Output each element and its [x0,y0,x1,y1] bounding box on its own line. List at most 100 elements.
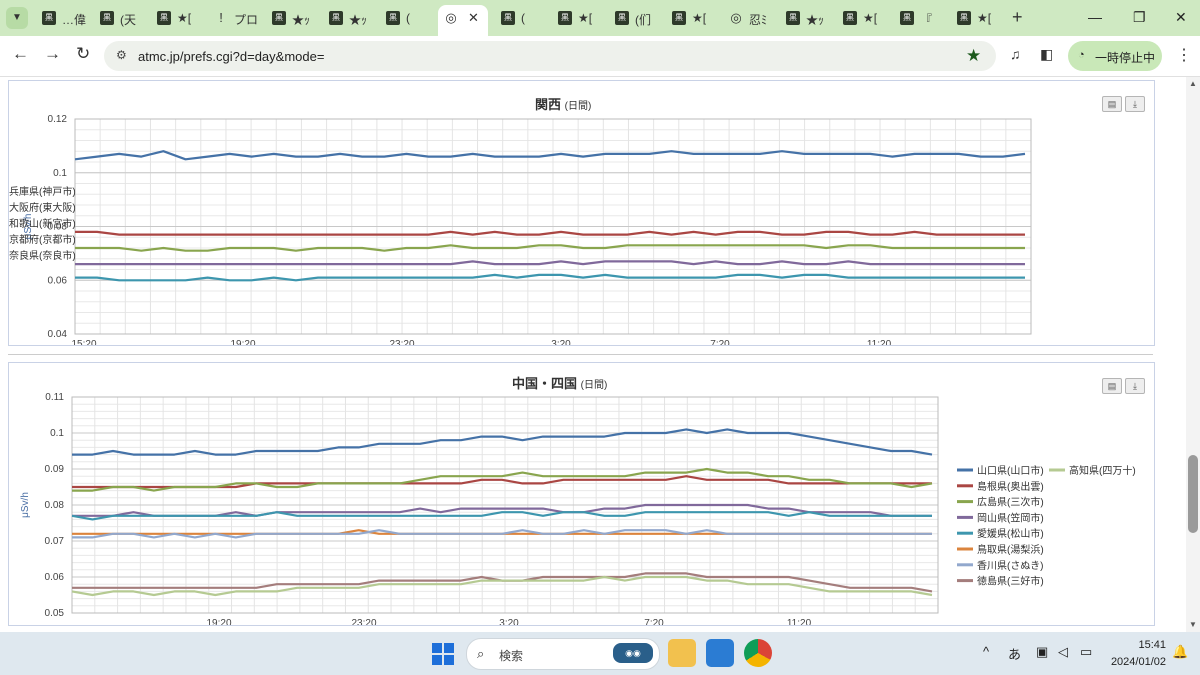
x-tick-label: 7:20 [710,339,730,345]
series-line [75,260,1025,266]
y-tick-label: 0.1 [53,168,67,179]
tab-5[interactable]: 黒 ★ｯ [323,5,373,31]
media-icon[interactable]: ♫ [1010,46,1021,62]
tab-title: 『 [920,13,933,27]
legend-label: 島根県(奥出雲) [977,480,1044,493]
site-info-icon[interactable]: ⚙ [116,48,127,62]
paused-sync-button[interactable]: ◔ 一時停止中 [1068,41,1162,71]
legend-label: 奈良県(奈良市) [9,249,76,262]
maximize-icon[interactable]: ❐ [1133,9,1146,26]
favicon-icon: 黒 [957,11,971,25]
tab-13[interactable]: 黒 ★ｯ [780,5,830,31]
new-tab-button[interactable]: + [1012,7,1023,28]
series-line [72,572,933,593]
tab-strip: ▼ 黒 …偉黒 (天黒 ★[! プロ黒 ★ｯ黒 ★ｯ黒(◎ ✕ 黒(黒 ★[黒 (们黒 ★[◎ 忍ﾐ黒 ★… [0,0,1200,36]
bookmark-star-icon[interactable]: ★ [966,46,981,66]
chrome-icon[interactable] [744,639,772,667]
legend-label: 兵庫県(神戸市) [9,185,76,198]
tab-14[interactable]: 黒 ★[ [837,5,887,31]
reload-icon[interactable]: ↻ [76,44,90,64]
x-tick-label: 15:20 [71,339,96,345]
tab-6[interactable]: 黒( [380,5,430,31]
x-tick-label: 11:20 [867,339,892,345]
y-tick-label: 0.11 [45,392,64,403]
page-content: 関西 (日間) ▤ ⤓ 0.04 0.06 0.08 0.1 0.12 15:20 19:2… [0,77,1186,632]
network-icon[interactable]: ▣ [1036,644,1048,660]
tab-title: …偉 [62,13,87,27]
favicon-icon: 黒 [386,11,400,25]
y-tick-label: 0.12 [48,114,68,125]
taskbar-search[interactable]: ⌕ 検索 ◉◉ [466,638,660,670]
legend-label: 香川県(さぬき) [977,560,1043,572]
tab-search-button[interactable]: ▼ [6,7,28,29]
tab-10[interactable]: 黒 (们 [609,5,659,31]
legend-label: 大阪府(東大阪) [9,201,76,214]
menu-icon[interactable]: ⋮ [1176,45,1192,65]
legend-label: 高知県(四万十) [1069,464,1136,477]
side-panel-icon[interactable]: ◧ [1040,46,1053,63]
x-tick-label: 23:20 [351,618,376,625]
tab-12[interactable]: ◎ 忍ﾐ [723,5,773,31]
kansai-chart: 0.040.060.080.10.1215:20 19:20 23:20 3:20 7:… [9,114,1032,345]
y-tick-label: 0.08 [45,500,65,511]
favicon-icon: 黒 [558,11,572,25]
forward-icon[interactable]: → [44,44,61,64]
minimize-icon[interactable]: — [1088,9,1102,25]
tab-title: ( [521,11,525,25]
favicon-icon: 黒 [672,11,686,25]
plot-area: 0.05 0.06 0.07 0.08 0.09 0.1 0.11 19:20 23:20 3:2… [20,392,1136,625]
volume-icon[interactable]: ◁ [1058,644,1068,660]
tab-4[interactable]: 黒 ★ｯ [266,5,316,31]
tab-0[interactable]: 黒 …偉 [36,5,86,31]
snail-icon: ◔ [1078,49,1085,61]
tab-16[interactable]: 黒 ★[ [951,5,1001,31]
favicon-icon: ◎ [730,10,742,25]
legend-label: 岡山県(笠岡市) [977,511,1044,524]
url-text[interactable]: atmc.jp/prefs.cgi?d=day&mode= [138,49,324,64]
tab-11[interactable]: 黒 ★[ [666,5,716,31]
notepad-icon[interactable] [706,639,734,667]
tab-7[interactable]: ◎ ✕ [438,5,488,36]
tab-3[interactable]: ! プロ [208,5,258,31]
battery-icon[interactable]: ▭ [1080,644,1092,660]
tab-8[interactable]: 黒( [495,5,545,31]
tab-title: 忍ﾐ [749,13,768,27]
scroll-down-icon[interactable]: ▼ [1189,620,1197,629]
search-highlight-icon: ◉◉ [613,643,653,663]
tab-title: (天 [120,13,136,27]
legend-label: 京都府(京都市) [9,233,76,246]
page-scrollbar[interactable]: ▲ ▼ [1186,77,1200,632]
tab-2[interactable]: 黒 ★[ [151,5,201,31]
x-tick-label: 23:20 [389,339,414,345]
legend-label: 愛媛県(松山市) [977,527,1044,540]
legend-label: 和歌山(新宮市) [9,217,76,230]
tab-title: ★[ [578,11,593,25]
close-tab-icon[interactable]: ✕ [468,10,479,26]
notification-icon[interactable]: 🔔 [1172,644,1188,660]
favicon-icon: 黒 [843,11,857,25]
series-line [75,230,1025,236]
clock[interactable]: 15:41 2024/01/02 [1106,637,1166,671]
favicon-icon: ◎ [445,10,457,25]
y-tick-label: 0.06 [45,572,65,583]
file-explorer-icon[interactable] [668,639,696,667]
y-tick-label: 0.1 [50,428,64,439]
tray-chevron-icon[interactable]: ^ [983,644,989,659]
tab-15[interactable]: 黒『 [894,5,944,31]
address-bar[interactable]: ⚙ atmc.jp/prefs.cgi?d=day&mode= ★ [104,41,996,71]
close-window-icon[interactable]: ✕ [1175,9,1187,26]
tab-title: ★[ [177,11,192,25]
kansai-chart-panel: 関西 (日間) ▤ ⤓ 0.04 0.06 0.08 0.1 0.12 15:20 19:2… [8,80,1155,346]
chugoku-shikoku-chart-panel: 中国・四国 (日間) ▤ ⤓ 0.05 0.06 0.07 0.08 0.09 0.1 0.… [8,362,1155,626]
scroll-up-icon[interactable]: ▲ [1189,79,1197,88]
series-line [74,150,1026,161]
start-button[interactable] [432,643,454,665]
favicon-icon: 黒 [615,11,629,25]
tab-title: ( [406,11,410,25]
back-icon[interactable]: ← [12,44,29,64]
scroll-thumb[interactable] [1188,455,1198,533]
chugoku-shikoku-chart: 0.05 0.06 0.07 0.08 0.09 0.1 0.11 19:20 23:20 3:2… [20,392,1136,625]
ime-indicator[interactable]: あ [1008,644,1021,663]
tab-1[interactable]: 黒 (天 [94,5,144,31]
tab-9[interactable]: 黒 ★[ [552,5,602,31]
